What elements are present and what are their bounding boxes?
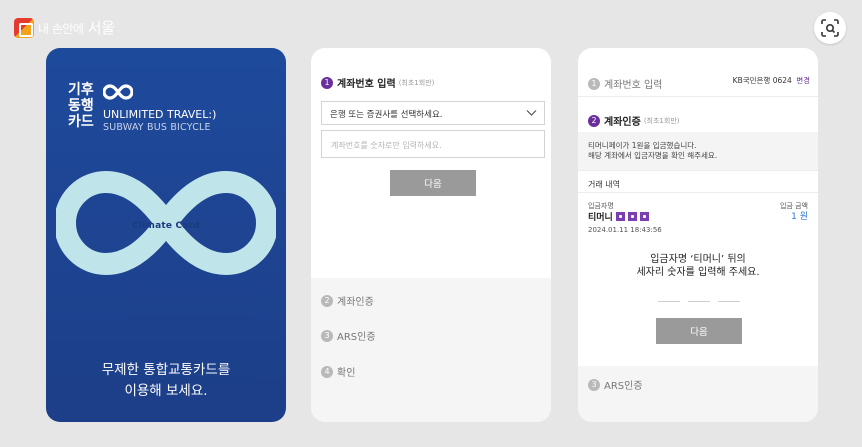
card-subtitle-en2: SUBWAY BUS BICYCLE (103, 122, 211, 133)
prompt-line: 입금자명 ‘티머니’ 뒤의 (650, 254, 746, 265)
bank-select-value: 은행 또는 증권사를 선택하세요. (330, 110, 443, 120)
step-number: 1 (321, 76, 333, 89)
app-logo: 내 손안에 서울 (14, 17, 115, 38)
step-ars-verify: 3 ARS인증 (321, 325, 376, 344)
app-name-line1: 내 손안에 (38, 22, 84, 36)
description-line: 티머니페이가 1원을 입금했습니다. (588, 141, 697, 150)
card-caption-line: 무제한 통합교통카드를 (101, 362, 231, 378)
step-label: 계좌인증 (337, 297, 374, 308)
masked-digit-icon (627, 212, 637, 221)
step-ars-verify: 3 ARS인증 (588, 374, 643, 393)
chevron-down-icon (526, 110, 537, 116)
seoul-logo-icon (14, 17, 34, 38)
description-line: 해당 계좌에서 입금자명을 확인 해주세요. (588, 151, 718, 160)
next-button[interactable]: 다음 (656, 318, 742, 344)
divider (578, 192, 818, 193)
card-title-line: 카드 (68, 114, 94, 130)
step-label: 계좌번호 입력 (604, 80, 663, 91)
digit-input[interactable] (658, 301, 680, 302)
next-button[interactable]: 다음 (390, 170, 476, 196)
step-account-input: 1 계좌번호 입력 (최초1회만) (321, 72, 434, 91)
amount-value: 1 원 (791, 212, 808, 222)
step-label: 계좌번호 입력 (337, 79, 396, 90)
card-subtitle-en: UNLIMITED TRAVEL:) (103, 108, 217, 121)
card-center-text: Climate Card (132, 221, 200, 231)
digit-inputs (658, 301, 740, 302)
bank-select[interactable]: 은행 또는 증권사를 선택하세요. (321, 101, 545, 125)
app-name: 내 손안에 서울 (38, 17, 115, 38)
divider (578, 170, 818, 171)
digit-input[interactable] (718, 301, 740, 302)
step-account-verify: 2 계좌인증 (321, 290, 374, 309)
depositor-name-text: 티머니 (588, 213, 613, 223)
climate-card-image: 기후 동행 카드 UNLIMITED TRAVEL:) SUBWAY BUS B… (46, 48, 286, 422)
change-link[interactable]: 변경 (796, 76, 810, 85)
step-number: 3 (588, 378, 600, 391)
account-input-panel: 1 계좌번호 입력 (최초1회만) 은행 또는 증권사를 선택하세요. 계좌번호를 … (311, 48, 551, 422)
transaction-header: 거래 내역 (588, 180, 620, 189)
card-caption-line: 이용해 보세요. (124, 383, 208, 399)
step-number: 3 (321, 329, 333, 342)
bank-account: KB국민은행 0624 (732, 76, 792, 85)
account-number-input[interactable]: 계좌번호를 숫자로만 입력하세요. (321, 130, 545, 158)
verification-prompt: 입금자명 ‘티머니’ 뒤의 세자리 숫자를 입력해 주세요. (578, 253, 818, 279)
card-title-line: 동행 (68, 98, 94, 114)
step-number: 2 (321, 294, 333, 307)
step-account-input: 1 계좌번호 입력 (588, 73, 662, 92)
masked-digit-icon (615, 212, 625, 221)
deposit-description: 티머니페이가 1원을 입금했습니다. 해당 계좌에서 입금자명을 확인 해주세요… (588, 141, 717, 161)
step-number: 1 (588, 77, 600, 90)
account-verify-panel: 1 계좌번호 입력 KB국민은행 0624 변경 2 계좌인증 (최초1회만) 티머니… (578, 48, 818, 422)
prompt-line: 세자리 숫자를 입력해 주세요. (636, 267, 760, 278)
app-name-line2: 서울 (87, 19, 115, 37)
infinity-small-icon (103, 84, 133, 100)
step-label: ARS인증 (604, 381, 643, 392)
step-confirm: 4 확인 (321, 361, 355, 380)
depositor-name: 티머니 (588, 210, 649, 223)
divider (578, 96, 818, 97)
step-number: 2 (588, 114, 600, 127)
step-label: 확인 (337, 368, 356, 379)
scan-icon (821, 19, 839, 37)
scan-button[interactable] (814, 12, 846, 44)
step-number: 4 (321, 365, 333, 378)
step-note: (최초1회만) (643, 116, 680, 125)
step-label: ARS인증 (337, 332, 376, 343)
step-note: (최초1회만) (398, 78, 435, 87)
masked-digit-icon (639, 212, 649, 221)
bank-info: KB국민은행 0624 변경 (733, 75, 810, 86)
card-title-line: 기후 (68, 82, 94, 98)
card-caption: 무제한 통합교통카드를 이용해 보세요. (46, 360, 286, 402)
card-title: 기후 동행 카드 (68, 82, 94, 130)
digit-input[interactable] (688, 301, 710, 302)
step-label: 계좌인증 (604, 117, 641, 128)
step-account-verify: 2 계좌인증 (최초1회만) (588, 110, 680, 129)
transaction-time: 2024.01.11 18:43:56 (588, 226, 662, 234)
